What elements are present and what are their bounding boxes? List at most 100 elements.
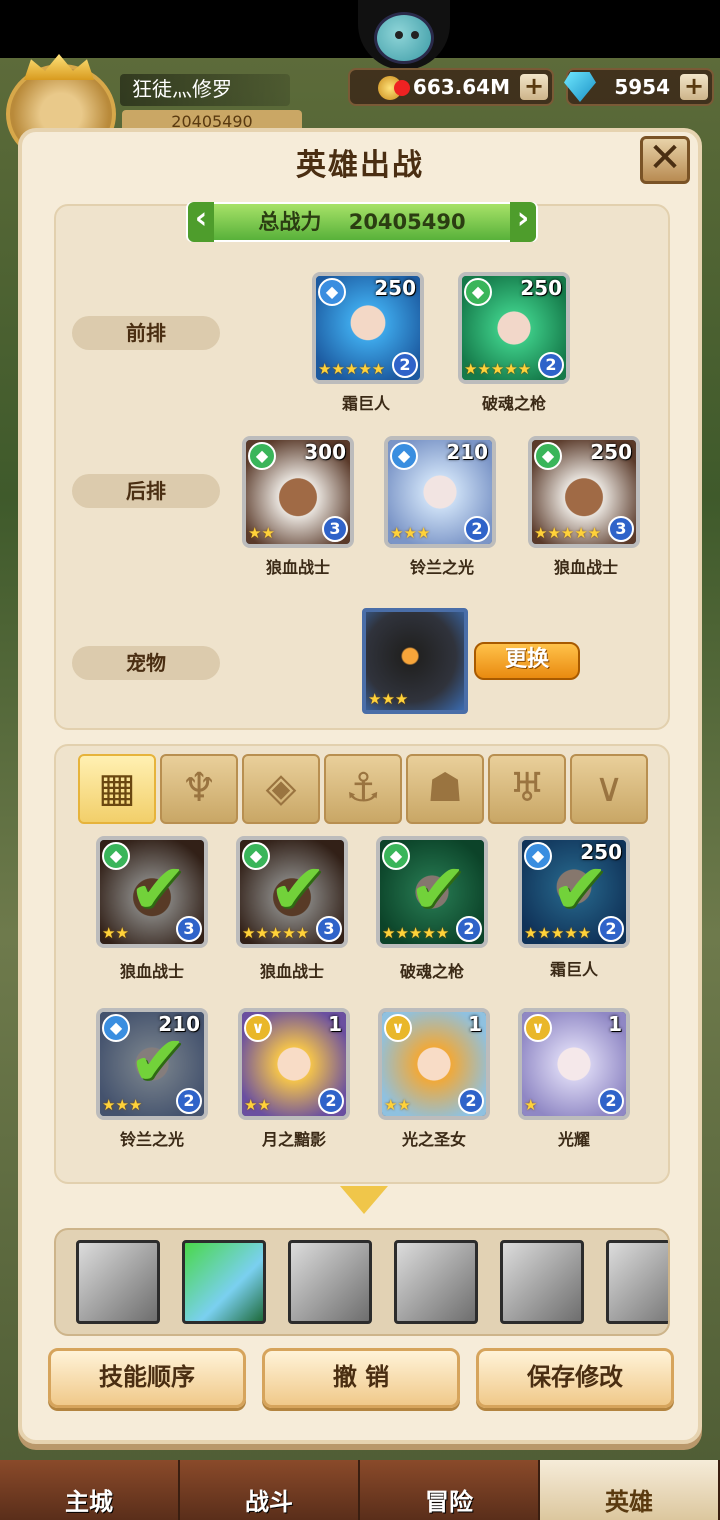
shield-icon: ◆ [318,278,346,306]
swap-pet-button[interactable]: 更换 [474,642,580,680]
undo-button[interactable]: 撤 销 [262,1348,460,1408]
roster-hero-name-1: 狼血战士 [119,962,184,981]
chevron-left-icon: ‹ [188,202,214,242]
hero-deploy-dialog: 英雄出战 ✕ ‹ 总战力 20405490 › 前排 后排 宠物 ◆ 250 ★… [18,128,702,1444]
rank-badge: 2 [598,1088,624,1114]
star-rating: ★★ [384,1096,411,1114]
nav-battle[interactable]: 战斗 [180,1460,360,1520]
front-hero-slot-1[interactable]: ◆ 250 ★★★★★ 2 [312,272,424,384]
back-hero-slot-1[interactable]: ◆ 300 ★★ 3 [242,436,354,548]
front-row-label: 前排 [72,316,220,350]
skill-slot-5[interactable] [500,1240,584,1324]
hero-level: 1 [328,1012,342,1036]
shield-icon: ◆ [390,442,418,470]
star-rating: ★★★ [390,524,431,542]
chevron-down-icon: ∨ [384,1014,412,1042]
rank-badge: 2 [458,1088,484,1114]
gem-value: 5954 [614,75,670,99]
back-hero-name-2: 铃兰之光 [409,558,474,577]
pet-row-label: 宠物 [72,646,220,680]
rank-badge: 3 [608,516,634,542]
dialog-title: 英雄出战 [296,148,424,183]
back-hero-name-3: 狼血战士 [553,558,618,577]
save-button[interactable]: 保存修改 [476,1348,674,1408]
star-rating: ★★ [102,924,129,942]
player-name: 狂徒灬修罗 [120,74,290,106]
roster-hero-6[interactable]: ∨ 1 ★★ 2 [238,1008,350,1120]
total-power-banner: ‹ 总战力 20405490 › [186,202,538,242]
checkmark-icon: ✔ [268,848,328,930]
gem-counter: 5954 + [564,68,714,106]
rank-badge: 2 [392,352,418,378]
close-button[interactable]: ✕ [640,136,690,184]
roster-hero-name-3: 破魂之枪 [399,962,464,981]
hero-level: 250 [590,440,632,464]
skill-order-button[interactable]: 技能顺序 [48,1348,246,1408]
roster-hero-8[interactable]: ∨ 1 ★ 2 [518,1008,630,1120]
pet-slot[interactable]: ★★★ [362,608,468,714]
gold-value: 663.64M [412,75,510,99]
hero-level: 250 [374,276,416,300]
roster-hero-3[interactable]: ◆ ★★★★★ 2 ✔ [376,836,488,948]
roster-hero-2[interactable]: ◆ ★★★★★ 3 ✔ [236,836,348,948]
skill-slot-6[interactable] [606,1240,668,1324]
nav-adventure[interactable]: 冒险 [360,1460,540,1520]
filter-tab-3[interactable]: ⚓ [324,754,402,824]
nav-hero[interactable]: 英雄 [540,1460,720,1520]
add-gold-button[interactable]: + [520,74,548,100]
expand-roster-arrow-icon[interactable] [340,1186,388,1214]
mascot-icon[interactable] [374,12,434,64]
filter-tab-5[interactable]: ♅ [488,754,566,824]
team-panel: ‹ 总战力 20405490 › 前排 后排 宠物 ◆ 250 ★★★★★ 2 … [54,202,670,730]
filter-tab-6[interactable]: ∨ [570,754,648,824]
roster-hero-7[interactable]: ∨ 1 ★★ 2 [378,1008,490,1120]
skill-slot-1[interactable] [76,1240,160,1324]
roster-hero-name-6: 月之黯影 [261,1130,326,1149]
back-row-label: 后排 [72,474,220,508]
star-rating: ★★★★★ [318,360,386,378]
roster-hero-name-2: 狼血战士 [259,962,324,981]
beast-icon: ◆ [534,442,562,470]
diamond-icon [564,72,596,102]
hero-level: 1 [468,1012,482,1036]
star-rating: ★★★★★ [534,524,602,542]
total-power-value: 20405490 [348,210,466,234]
roster-hero-name-4: 霜巨人 [549,960,598,979]
skill-slot-3[interactable] [288,1240,372,1324]
add-gem-button[interactable]: + [680,74,708,100]
filter-all-tab[interactable]: ▦ [78,754,156,824]
notification-dot [394,80,410,96]
star-rating: ★★ [248,524,275,542]
rank-badge: 2 [538,352,564,378]
checkmark-icon: ✔ [128,1020,188,1102]
star-rating: ★★★ [368,690,409,708]
skill-slot-2[interactable] [182,1240,266,1324]
hero-level: 300 [304,440,346,464]
front-hero-name-1: 霜巨人 [341,394,390,413]
chevron-down-icon: ∨ [524,1014,552,1042]
filter-tab-1[interactable]: ♆ [160,754,238,824]
front-hero-name-2: 破魂之枪 [481,394,546,413]
hero-level: 1 [608,1012,622,1036]
gold-counter: 663.64M + [348,68,554,106]
filter-tab-2[interactable]: ◈ [242,754,320,824]
bottom-nav: 主城 战斗 冒险 英雄 [0,1460,720,1520]
hero-level: 210 [446,440,488,464]
filter-tab-4[interactable]: ☗ [406,754,484,824]
roster-hero-name-7: 光之圣女 [401,1130,466,1149]
star-rating: ★★★★★ [464,360,532,378]
checkmark-icon: ✔ [408,848,468,930]
back-hero-slot-3[interactable]: ◆ 250 ★★★★★ 3 [528,436,640,548]
roster-hero-5[interactable]: ◆ 210 ★★★ 2 ✔ [96,1008,208,1120]
rank-badge: 2 [318,1088,344,1114]
nav-city[interactable]: 主城 [0,1460,180,1520]
skill-slot-4[interactable] [394,1240,478,1324]
front-hero-slot-2[interactable]: ◆ 250 ★★★★★ 2 [458,272,570,384]
roster-hero-1[interactable]: ◆ ★★ 3 ✔ [96,836,208,948]
hero-level: 250 [520,276,562,300]
roster-hero-4[interactable]: ◆ 250 ★★★★★ 2 ✔ [518,836,630,948]
total-power-label: 总战力 [258,210,322,234]
back-hero-slot-2[interactable]: ◆ 210 ★★★ 2 [384,436,496,548]
chevron-down-icon: ∨ [244,1014,272,1042]
back-hero-name-1: 狼血战士 [265,558,330,577]
